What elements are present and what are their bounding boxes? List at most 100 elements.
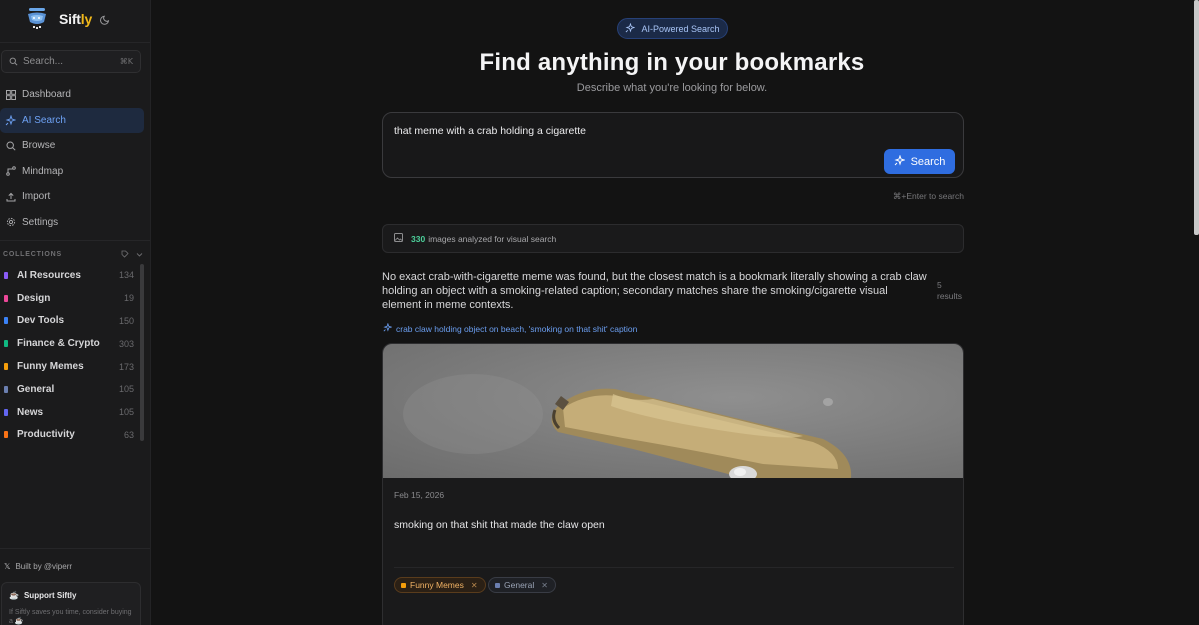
page-subtitle: Describe what you're looking for below. — [576, 82, 768, 94]
collection-name: Funny Memes — [17, 361, 84, 373]
collection-item-general[interactable]: General 105 — [0, 378, 140, 401]
dashboard-icon — [5, 89, 16, 100]
chip-color-swatch — [495, 582, 500, 588]
collection-item-design[interactable]: Design 19 — [0, 287, 140, 310]
search-shortcut: ⌘K — [119, 57, 133, 66]
nav-label: Settings — [22, 216, 59, 228]
image-icon — [394, 233, 403, 244]
chip-label: General — [504, 580, 535, 590]
visual-search-stats: 330 images analyzed for visual search — [382, 224, 964, 253]
nav-item-import[interactable]: Import — [0, 184, 150, 209]
chevron-down-icon[interactable] — [136, 251, 143, 258]
collection-count: 105 — [118, 384, 134, 395]
bookmark-card[interactable]: Feb 15, 2026 smoking on that shit that m… — [382, 343, 964, 625]
nav-item-settings[interactable]: Settings — [0, 210, 150, 235]
chip-label: Funny Memes — [410, 580, 464, 590]
nav-item-dashboard[interactable]: Dashboard — [0, 82, 150, 107]
search-icon — [9, 57, 18, 66]
tag-icon[interactable] — [121, 250, 129, 258]
search-button[interactable]: Search — [884, 149, 955, 174]
main-content: AI-Powered Search Find anything in your … — [152, 0, 1192, 625]
collection-color-swatch — [4, 294, 8, 302]
collection-color-swatch — [4, 408, 8, 416]
results-count: 5 results — [937, 280, 967, 302]
collection-item-finance-crypto[interactable]: Finance & Crypto 303 — [0, 332, 140, 355]
bookmark-image[interactable] — [383, 344, 963, 478]
images-analyzed-text: images analyzed for visual search — [428, 233, 557, 244]
support-description: If Siftly saves you time, consider buyin… — [9, 609, 132, 625]
sidebar-scrollbar[interactable] — [140, 264, 144, 441]
search-icon — [5, 140, 16, 151]
sparkle-icon — [625, 22, 636, 35]
sidebar: Siftly Search... ⌘K Dashboard AI Search … — [0, 0, 151, 625]
support-title: ☕ Support Siftly — [9, 591, 77, 600]
collection-color-swatch — [4, 340, 8, 348]
images-analyzed-count: 330 — [411, 233, 426, 244]
collection-chip-funny-memes[interactable]: Funny Memes ✕ — [394, 577, 486, 593]
collections-label: COLLECTIONS — [3, 250, 62, 258]
bookmark-date: Feb 15, 2026 — [394, 490, 445, 500]
built-by-text: Built by @viperr — [15, 562, 73, 571]
sparkle-icon — [383, 322, 393, 334]
nav-label: Browse — [22, 140, 56, 152]
collection-name: News — [17, 406, 44, 418]
ai-powered-badge: AI-Powered Search — [617, 18, 728, 39]
nav-label: AI Search — [22, 114, 66, 126]
gear-icon — [5, 217, 16, 228]
nav-item-mindmap[interactable]: Mindmap — [0, 159, 150, 184]
coffee-icon: ☕ — [9, 591, 19, 600]
collection-count: 303 — [118, 338, 134, 349]
results-number: 5 — [937, 280, 942, 290]
nav-label: Dashboard — [22, 89, 71, 100]
collection-name: Finance & Crypto — [17, 338, 100, 350]
collection-count: 105 — [118, 407, 134, 418]
collection-name: Dev Tools — [17, 315, 65, 327]
brand-name: Siftly — [59, 11, 93, 27]
collection-item-dev-tools[interactable]: Dev Tools 150 — [0, 310, 140, 333]
remove-chip-icon[interactable]: ✕ — [541, 581, 548, 590]
collection-count: 63 — [123, 429, 134, 440]
ai-answer-summary: No exact crab-with-cigarette meme was fo… — [382, 271, 927, 311]
collection-count: 19 — [123, 293, 134, 304]
built-by-link[interactable]: 𝕏 Built by @viperr — [4, 562, 72, 571]
collection-color-swatch — [4, 271, 8, 279]
main-nav: Dashboard AI Search Browse Mindmap Impor… — [0, 82, 150, 236]
search-button-label: Search — [910, 155, 946, 168]
page-title: Find anything in your bookmarks — [479, 49, 865, 76]
collection-count: 173 — [118, 361, 134, 372]
collection-name: Design — [17, 292, 51, 304]
matched-visual-tags: crab claw holding object on beach, 'smok… — [383, 322, 638, 334]
collection-chip-general[interactable]: General ✕ — [488, 577, 556, 593]
ai-search-textarea[interactable]: that meme with a crab holding a cigarett… — [382, 112, 964, 178]
matched-tags-text: crab claw holding object on beach, 'smok… — [396, 323, 638, 334]
page-scrollbar[interactable] — [1194, 0, 1199, 235]
nav-label: Mindmap — [22, 165, 64, 177]
divider — [0, 548, 150, 549]
collection-item-news[interactable]: News 105 — [0, 401, 140, 424]
sidebar-search-input[interactable]: Search... ⌘K — [1, 50, 141, 73]
chip-color-swatch — [401, 582, 406, 588]
mindmap-icon — [5, 166, 16, 177]
collection-color-swatch — [4, 385, 8, 393]
remove-chip-icon[interactable]: ✕ — [471, 581, 478, 590]
x-logo-icon: 𝕏 — [4, 562, 11, 571]
collection-color-swatch — [4, 363, 8, 371]
support-card[interactable]: ☕ Support Siftly If Siftly saves you time… — [1, 582, 141, 625]
theme-toggle-moon-icon[interactable] — [100, 12, 112, 25]
divider — [394, 567, 954, 568]
bookmark-title: smoking on that shit that made the claw … — [394, 519, 605, 531]
collection-count: 150 — [118, 315, 134, 326]
collection-item-ai-resources[interactable]: AI Resources 134 — [0, 264, 140, 287]
nav-item-browse[interactable]: Browse — [0, 133, 150, 158]
collection-item-funny-memes[interactable]: Funny Memes 173 — [0, 355, 140, 378]
collection-color-swatch — [4, 317, 8, 325]
collections-heading: COLLECTIONS — [3, 250, 143, 258]
collection-name: AI Resources — [17, 269, 81, 281]
nav-item-ai-search[interactable]: AI Search — [0, 107, 144, 133]
query-value[interactable]: that meme with a crab holding a cigarett… — [394, 125, 586, 137]
brand[interactable]: Siftly — [26, 6, 92, 32]
divider — [0, 240, 150, 241]
siftly-logo — [26, 7, 48, 31]
collection-item-productivity[interactable]: Productivity 63 — [0, 424, 140, 447]
upload-icon — [5, 191, 16, 202]
